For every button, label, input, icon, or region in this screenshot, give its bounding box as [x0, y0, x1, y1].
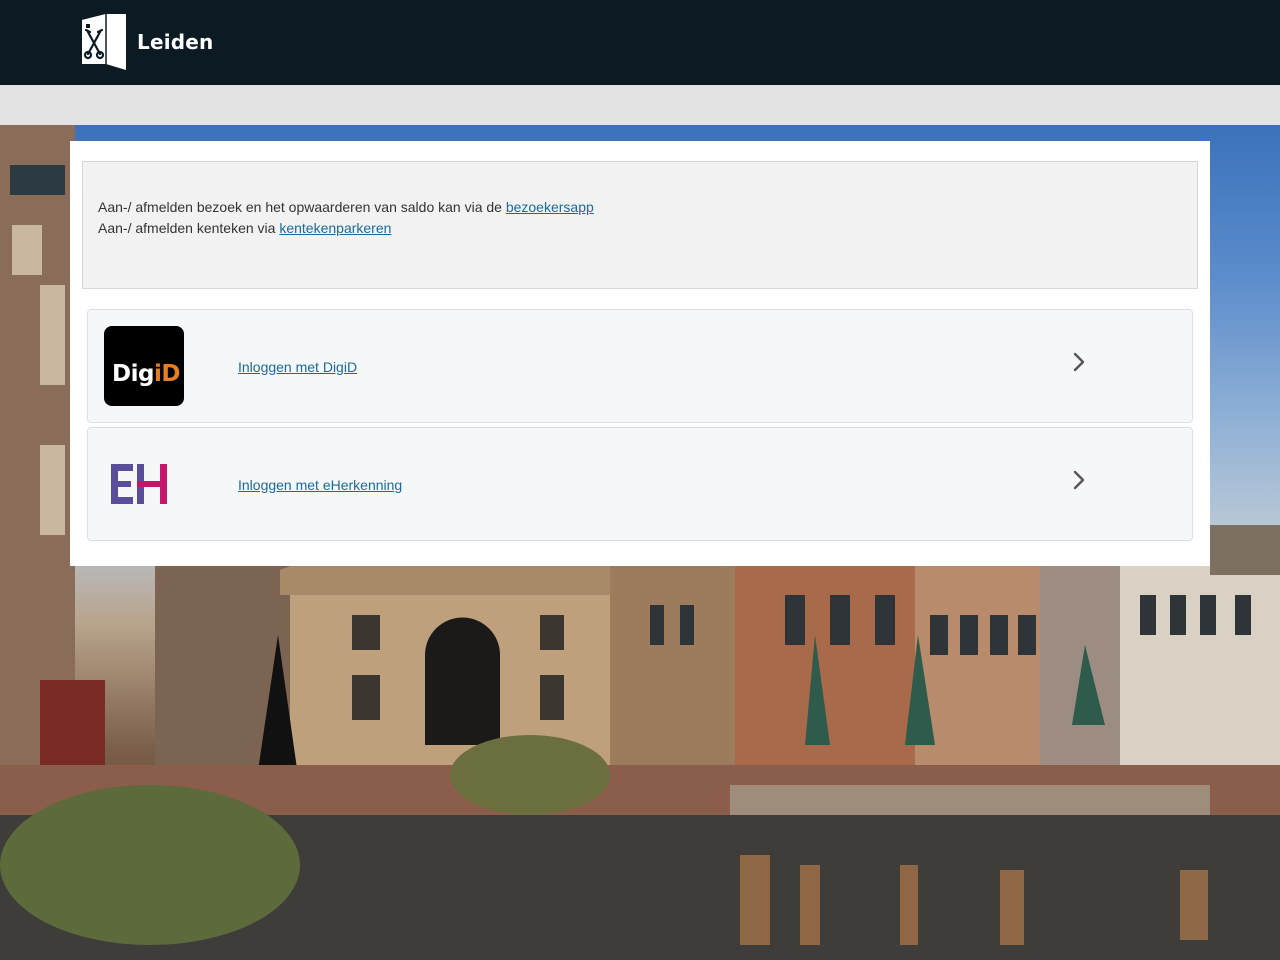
notice-line-1: Aan-/ afmelden bezoek en het opwaarderen… [98, 197, 1182, 218]
leiden-logo-link[interactable]: Leiden [82, 14, 213, 70]
site-header: Leiden [0, 0, 1280, 85]
eherkenning-logo [104, 444, 184, 524]
chevron-right-icon[interactable] [1068, 350, 1090, 374]
notice-line-2-text: Aan-/ afmelden kenteken via [98, 220, 280, 236]
login-digid-link[interactable]: Inloggen met DigiD [238, 358, 357, 376]
notice-line-1-text: Aan-/ afmelden bezoek en het opwaarderen… [98, 199, 506, 215]
chevron-right-icon[interactable] [1068, 468, 1090, 492]
login-card: Aan-/ afmelden bezoek en het opwaarderen… [70, 141, 1210, 566]
site-name: Leiden [137, 30, 214, 54]
login-option-eherkenning[interactable]: Inloggen met eHerkenning [87, 427, 1193, 541]
bezoekersapp-link[interactable]: bezoekersapp [506, 199, 594, 215]
login-option-digid[interactable]: DigiD Inloggen met DigiD [87, 309, 1193, 423]
digid-logo-text-orange: iD [153, 361, 180, 387]
kentekenparkeren-link[interactable]: kentekenparkeren [279, 220, 391, 236]
notice-line-2: Aan-/ afmelden kenteken via kentekenpark… [98, 218, 1182, 239]
sub-navigation-bar [0, 85, 1280, 125]
leiden-crest-icon [82, 14, 126, 70]
login-eherkenning-link[interactable]: Inloggen met eHerkenning [238, 476, 402, 494]
digid-logo-text-white: Dig [112, 361, 154, 387]
digid-logo: DigiD [104, 326, 184, 406]
info-notice: Aan-/ afmelden bezoek en het opwaarderen… [82, 161, 1198, 289]
